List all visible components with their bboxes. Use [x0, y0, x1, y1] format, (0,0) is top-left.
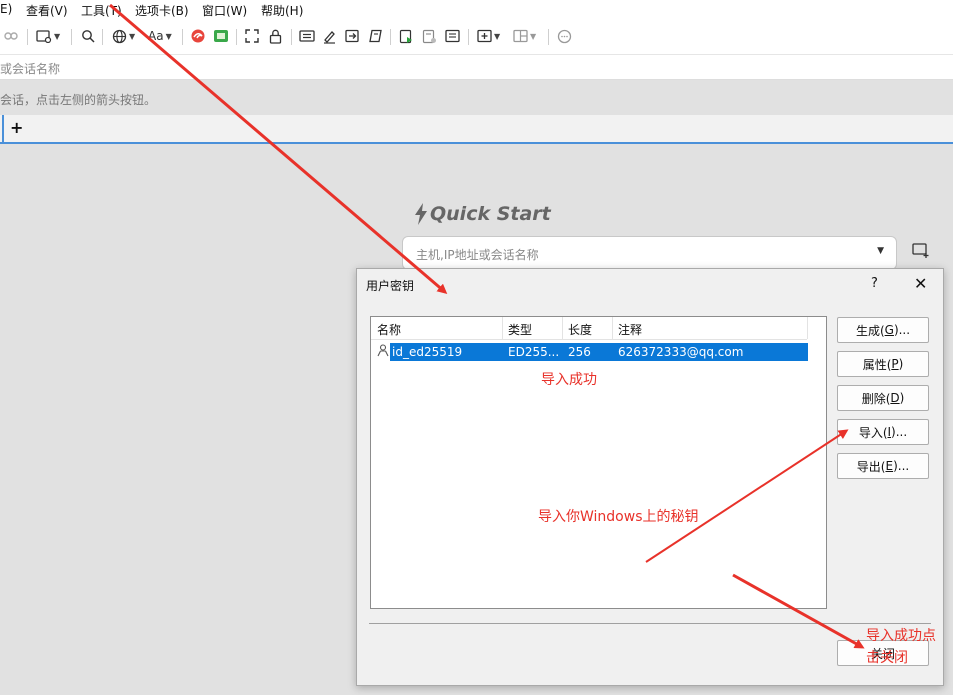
arrow-tools-to-dialog: [109, 3, 448, 294]
arrow-to-close-button: [732, 573, 865, 649]
annotation-arrows: [109, 3, 865, 649]
arrow-to-import-button: [645, 429, 849, 563]
